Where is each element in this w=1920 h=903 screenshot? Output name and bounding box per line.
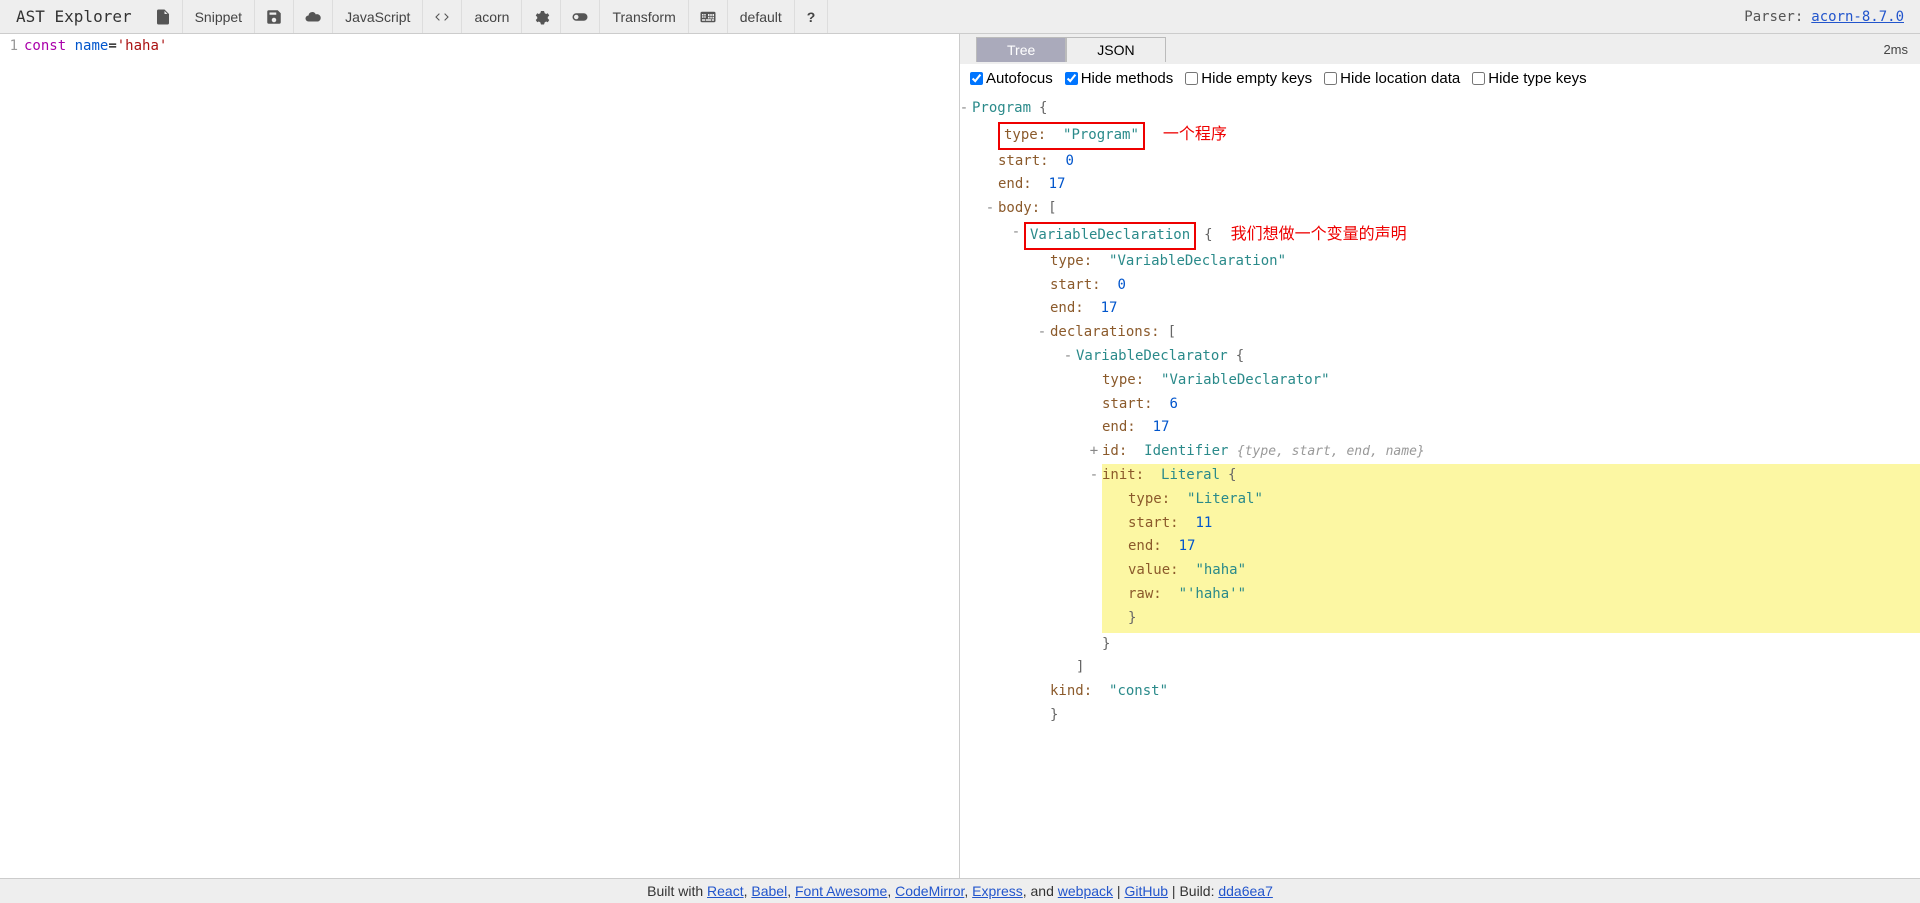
node-declarator: - VariableDeclarator{ type: "VariableDec… <box>1076 345 1920 656</box>
app-title: AST Explorer <box>4 7 144 26</box>
tab-tree[interactable]: Tree <box>976 37 1066 62</box>
node-vardecl: - VariableDeclaration{我们想做一个变量的声明 type: … <box>1024 221 1920 728</box>
opt-autofocus[interactable]: Autofocus <box>970 70 1053 87</box>
collapse-icon[interactable]: - <box>1010 221 1022 245</box>
node-id: + id: Identifier {type, start, end, name… <box>1102 440 1920 464</box>
snippet-menu[interactable]: Snippet <box>183 0 255 33</box>
ast-tree[interactable]: - Program{ type: "Program"一个程序 start: 0 … <box>960 93 1920 878</box>
link-webpack[interactable]: webpack <box>1058 883 1113 899</box>
link-express[interactable]: Express <box>972 883 1023 899</box>
parse-time: 2ms <box>1883 42 1920 57</box>
save-icon[interactable] <box>255 0 294 33</box>
node-body: - body:[ - VariableDeclaration{我们想做一个变量的… <box>998 197 1920 728</box>
parser-label: Parser: <box>1736 9 1811 25</box>
options-bar: Autofocus Hide methods Hide empty keys H… <box>960 64 1920 93</box>
new-snippet-icon[interactable] <box>144 0 183 33</box>
collapse-icon[interactable]: - <box>960 97 970 121</box>
link-fontawesome[interactable]: Font Awesome <box>795 883 887 899</box>
transform-menu[interactable]: Transform <box>600 0 688 33</box>
default-menu[interactable]: default <box>728 0 795 33</box>
opt-hide-location[interactable]: Hide location data <box>1324 70 1460 87</box>
node-declarations: - declarations:[ - VariableDeclarator{ <box>1050 321 1920 680</box>
output-panel: Tree JSON 2ms Autofocus Hide methods Hid… <box>960 34 1920 878</box>
code-line[interactable]: const name='haha' <box>24 38 167 54</box>
keyboard-icon[interactable] <box>689 0 728 33</box>
toolbar: AST Explorer Snippet JavaScript acorn Tr… <box>0 0 1920 34</box>
gear-icon[interactable] <box>522 0 561 33</box>
link-react[interactable]: React <box>707 883 744 899</box>
tabs-row: Tree JSON 2ms <box>960 34 1920 64</box>
collapse-icon[interactable]: - <box>1036 321 1048 345</box>
footer: Built with React, Babel, Font Awesome, C… <box>0 878 1920 903</box>
language-menu[interactable]: JavaScript <box>333 0 423 33</box>
link-codemirror[interactable]: CodeMirror <box>895 883 964 899</box>
cloud-icon[interactable] <box>294 0 333 33</box>
opt-hide-type[interactable]: Hide type keys <box>1472 70 1586 87</box>
tab-json[interactable]: JSON <box>1066 37 1165 62</box>
build-link[interactable]: dda6ea7 <box>1218 883 1273 899</box>
parser-menu[interactable]: acorn <box>462 0 522 33</box>
main: 1 const name='haha' Tree JSON 2ms Autofo… <box>0 34 1920 878</box>
node-program: - Program{ type: "Program"一个程序 start: 0 … <box>972 97 1920 728</box>
link-babel[interactable]: Babel <box>751 883 787 899</box>
code-editor[interactable]: 1 const name='haha' <box>0 34 960 878</box>
parser-link[interactable]: acorn-8.7.0 <box>1811 9 1916 25</box>
code-icon[interactable] <box>423 0 462 33</box>
collapse-icon[interactable]: - <box>984 197 996 221</box>
expand-icon[interactable]: + <box>1088 440 1100 464</box>
collapse-icon[interactable]: - <box>1088 464 1100 488</box>
collapse-icon[interactable]: - <box>1062 345 1074 369</box>
node-init: - init: Literal{ type: "Literal" start: … <box>1102 464 1920 633</box>
opt-hide-methods[interactable]: Hide methods <box>1065 70 1174 87</box>
opt-hide-empty[interactable]: Hide empty keys <box>1185 70 1312 87</box>
toggle-icon[interactable] <box>561 0 600 33</box>
line-number: 1 <box>0 38 24 54</box>
annotation-1: 一个程序 <box>1163 126 1227 143</box>
link-github[interactable]: GitHub <box>1124 883 1168 899</box>
annotation-2: 我们想做一个变量的声明 <box>1231 226 1407 243</box>
help-button[interactable]: ? <box>795 0 829 33</box>
